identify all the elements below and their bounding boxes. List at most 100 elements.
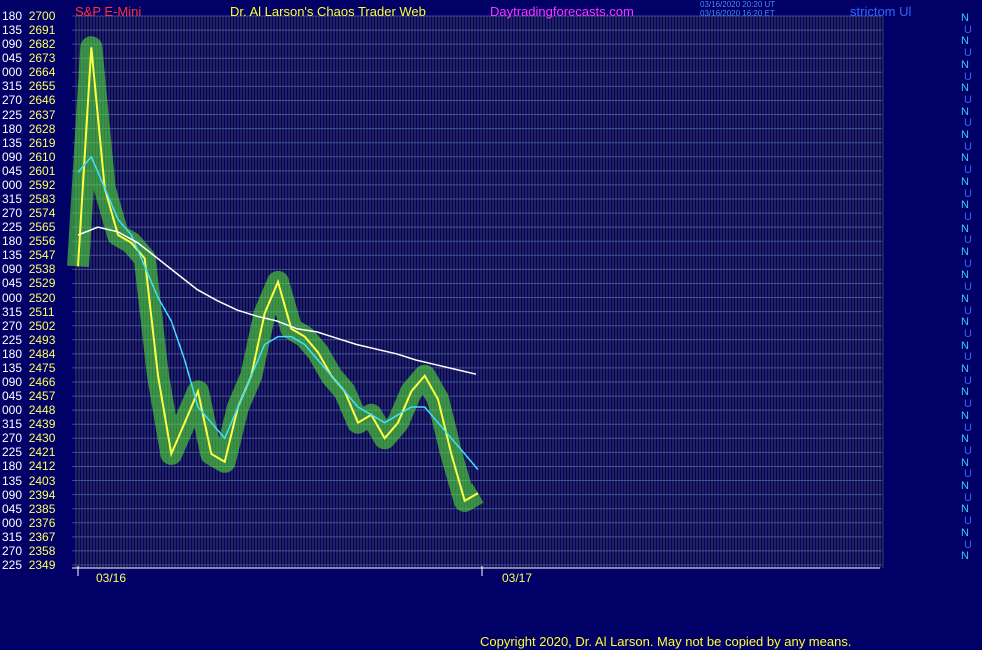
price-ladder-row: 090 2394 xyxy=(2,489,55,501)
price-ladder-row: 000 2448 xyxy=(2,404,55,416)
right-flag: U xyxy=(964,444,972,457)
right-flag: N xyxy=(961,480,969,492)
angle-label: 045 xyxy=(2,163,23,178)
right-flag: U xyxy=(964,421,972,434)
price-ladder-row: 315 2583 xyxy=(2,193,55,205)
right-flag: N xyxy=(961,550,969,563)
price-label: 2394 xyxy=(22,487,56,502)
price-label: 2511 xyxy=(22,304,55,319)
price-label: 2376 xyxy=(22,515,56,530)
price-ladder-row: 090 2682 xyxy=(2,38,55,50)
site-link[interactable]: Daytradingforecasts.com xyxy=(490,4,634,19)
price-ladder-row: 135 2475 xyxy=(2,362,55,374)
price-ladder-row: 315 2439 xyxy=(2,418,55,430)
price-ladder-row: 225 2493 xyxy=(2,334,55,346)
right-flag: U xyxy=(964,304,972,317)
angle-label: 180 xyxy=(2,346,23,361)
price-ladder-row: 315 2655 xyxy=(2,80,55,92)
angle-label: 000 xyxy=(2,65,23,80)
angle-label: 270 xyxy=(2,543,23,558)
price-ladder-row: 045 2601 xyxy=(2,165,55,177)
price-label: 2466 xyxy=(22,375,56,389)
right-flag: U xyxy=(964,23,972,36)
right-flag: U xyxy=(964,47,972,60)
angle-label: 135 xyxy=(2,248,23,263)
right-tag: strictom Ul xyxy=(850,4,912,19)
timestamp-ut: 03/16/2020 20:20 UT xyxy=(700,0,776,9)
angle-label: 225 xyxy=(2,107,23,122)
price-ladder-row: 000 2376 xyxy=(2,517,55,529)
right-flag: U xyxy=(964,70,972,83)
angle-label: 315 xyxy=(2,417,23,432)
price-label: 2664 xyxy=(22,65,56,80)
price-label: 2601 xyxy=(22,163,56,178)
price-label: 2556 xyxy=(22,234,56,249)
timestamp-et: 03/16/2020 16:20 ET xyxy=(700,9,775,18)
right-flag: N xyxy=(961,339,969,352)
chart-title: Dr. Al Larson's Chaos Trader Web xyxy=(230,4,426,19)
right-flag: U xyxy=(964,210,972,223)
price-ladder-row: 045 2385 xyxy=(2,503,55,515)
right-flag: N xyxy=(961,526,969,539)
right-flag: N xyxy=(961,456,969,469)
right-flag: N xyxy=(961,175,969,188)
angle-label: 135 xyxy=(2,360,23,375)
angle-label: 180 xyxy=(2,234,23,249)
angle-label: 000 xyxy=(2,515,23,530)
price-label: 2493 xyxy=(22,332,56,347)
right-flag: N xyxy=(961,386,969,399)
right-flag: N xyxy=(961,35,969,48)
right-flag: N xyxy=(961,152,969,165)
price-ladder-row: 090 2538 xyxy=(2,263,55,275)
angle-label: 225 xyxy=(2,332,23,347)
symbol-label: S&P E-Mini xyxy=(75,4,142,19)
price-ladder-row: 225 2421 xyxy=(2,446,55,458)
price-label: 2484 xyxy=(22,346,56,361)
angle-label: 315 xyxy=(2,79,23,94)
right-flag: N xyxy=(961,12,969,24)
price-label: 2448 xyxy=(22,403,56,418)
date-label-0316: 03/16 xyxy=(96,571,127,585)
right-flag: U xyxy=(964,234,972,247)
angle-label: 045 xyxy=(2,389,23,404)
right-flag: U xyxy=(964,187,972,200)
price-ladder-row: 180 2628 xyxy=(2,123,55,135)
price-ladder-row: 045 2673 xyxy=(2,52,55,64)
angle-label: 225 xyxy=(2,445,23,460)
price-ladder-row: 045 2529 xyxy=(2,277,55,289)
angle-label: 270 xyxy=(2,206,23,221)
price-label: 2520 xyxy=(22,290,56,305)
angle-label: 270 xyxy=(2,93,23,108)
right-flag: N xyxy=(961,409,969,422)
copyright-notice: Copyright 2020, Dr. Al Larson. May not b… xyxy=(480,634,852,649)
right-flag: U xyxy=(964,327,972,340)
right-flag: U xyxy=(964,117,972,130)
price-ladder-row: 000 2592 xyxy=(2,179,55,191)
price-label: 2367 xyxy=(22,529,56,544)
price-label: 2529 xyxy=(22,276,56,291)
right-flag: U xyxy=(964,93,972,106)
price-label: 2655 xyxy=(22,79,56,94)
right-flag: U xyxy=(964,374,972,387)
angle-label: 090 xyxy=(2,487,23,502)
price-label: 2673 xyxy=(22,51,56,66)
price-ladder-row: 135 2619 xyxy=(2,137,55,149)
price-ladder-row: 270 2358 xyxy=(2,545,55,557)
price-label: 2412 xyxy=(22,459,56,474)
price-label: 2502 xyxy=(22,318,56,333)
price-label: 2628 xyxy=(22,121,56,136)
angle-label: 225 xyxy=(2,220,23,235)
right-flag: U xyxy=(964,398,972,411)
price-label: 2700 xyxy=(22,9,56,23)
right-flag: N xyxy=(961,363,969,375)
angle-label: 180 xyxy=(2,121,23,136)
price-ladder-row: 225 2637 xyxy=(2,109,55,121)
right-flag: N xyxy=(961,199,969,212)
right-flag: N xyxy=(961,246,969,258)
right-flag: U xyxy=(964,351,972,364)
price-label: 2421 xyxy=(22,445,56,460)
right-flag: N xyxy=(961,316,969,329)
angle-label: 270 xyxy=(2,318,23,333)
angle-label: 135 xyxy=(2,23,23,38)
price-ladder-row: 045 2457 xyxy=(2,390,55,402)
